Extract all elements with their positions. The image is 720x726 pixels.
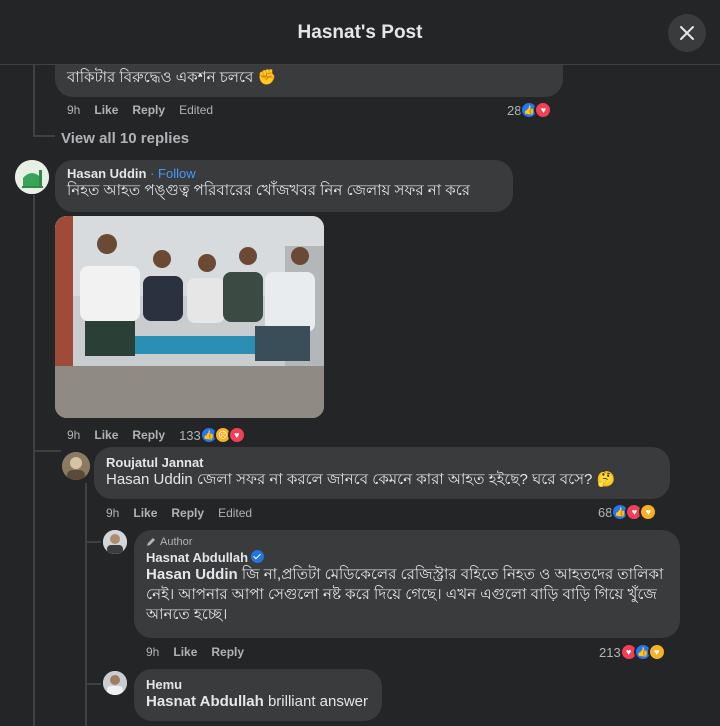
author-badge: Author xyxy=(160,536,193,548)
mention-link[interactable]: Hasan Uddin xyxy=(146,566,238,583)
comment-text: বাকিটার বিরুদ্ধেও একশন চলবে ✊ xyxy=(67,69,277,86)
thread-connector xyxy=(85,683,101,685)
close-button[interactable] xyxy=(668,14,706,52)
reaction-count: 213 xyxy=(599,644,621,660)
love-reaction-icon: ♥ xyxy=(534,101,553,119)
mosque-avatar-icon xyxy=(15,160,49,194)
comment-bubble: Hasan Uddin · Follow নিহত আহত পঙ্গুত্ব প… xyxy=(55,160,513,212)
comment-actions: 9h Like Reply Edited xyxy=(67,103,213,117)
view-all-replies-link[interactable]: View all 10 replies xyxy=(61,130,189,147)
reaction-summary[interactable]: 68 👍 ♥ ♥ xyxy=(598,503,658,521)
reply-time: 9h xyxy=(106,506,120,520)
like-button[interactable]: Like xyxy=(133,506,157,520)
author-avatar-icon xyxy=(103,530,127,554)
close-icon xyxy=(680,26,694,40)
reply-bubble: Roujatul Jannat Hasan Uddin জেলা সফর না … xyxy=(94,447,670,499)
avatar[interactable] xyxy=(15,160,49,194)
commenter-name[interactable]: Hasan Uddin xyxy=(67,166,146,181)
reply-actions: 9h Like Reply xyxy=(146,645,244,659)
reply-button[interactable]: Reply xyxy=(211,645,244,659)
comments-feed[interactable]: বাকিটার বিরুদ্ধেও একশন চলবে ✊ 9h Like Re… xyxy=(0,65,720,726)
like-button[interactable]: Like xyxy=(173,645,197,659)
comment-actions: 9h Like Reply 133 👍 ☹ ♥ xyxy=(67,426,246,444)
like-button[interactable]: Like xyxy=(94,428,118,442)
comment-text: নিহত আহত পঙ্গুত্ব পরিবারের খোঁজখবর নিন জ… xyxy=(67,182,471,199)
thread-connector xyxy=(85,541,101,543)
commenter-name[interactable]: Hemu xyxy=(146,677,370,692)
thread-connector xyxy=(33,135,55,137)
reaction-summary[interactable]: 133 👍 ☹ ♥ xyxy=(179,426,246,444)
mention-link[interactable]: Hasnat Abdullah xyxy=(146,693,264,710)
group-photo-image xyxy=(55,216,324,418)
reaction-count: 28 xyxy=(507,102,522,118)
thread-connector xyxy=(33,450,61,452)
verified-badge-icon xyxy=(251,550,265,563)
user-avatar-icon xyxy=(62,452,90,480)
post-header: Hasnat's Post xyxy=(0,0,720,65)
edited-label: Edited xyxy=(218,506,253,520)
pencil-icon xyxy=(147,538,155,546)
reaction-summary[interactable]: 213 ♥ 👍 ♥ xyxy=(599,643,666,661)
reply-text: Hasnat Abdullah brilliant answer xyxy=(146,693,369,710)
reply-bubble: Author Hasnat Abdullah Hasan Uddin জি না… xyxy=(134,530,680,638)
reply-button[interactable]: Reply xyxy=(132,103,165,117)
care-reaction-icon: ♥ xyxy=(639,503,658,521)
reply-text: Hasan Uddin জি না,প্রতিটা মেডিকেলের রেজি… xyxy=(146,566,664,623)
reaction-count: 133 xyxy=(179,427,201,443)
comment-photo[interactable] xyxy=(55,216,324,418)
love-reaction-icon: ♥ xyxy=(227,426,246,444)
avatar[interactable] xyxy=(103,671,127,695)
thread-connector xyxy=(85,483,87,726)
reaction-summary[interactable]: 28 👍 ♥ xyxy=(507,101,553,119)
commenter-name[interactable]: Roujatul Jannat xyxy=(106,455,658,470)
care-reaction-icon: ♥ xyxy=(647,643,666,661)
thread-connector xyxy=(33,65,35,137)
thread-connector xyxy=(33,195,35,726)
reply-bubble: Hemu Hasnat Abdullah brilliant answer xyxy=(134,669,382,721)
like-button[interactable]: Like xyxy=(94,103,118,117)
reply-text: Hasan Uddin জেলা সফর না করলে জানবে কেমনে… xyxy=(106,471,616,488)
follow-button[interactable]: · Follow xyxy=(150,166,196,181)
reply-button[interactable]: Reply xyxy=(171,506,204,520)
post-title: Hasnat's Post xyxy=(297,22,423,43)
reaction-count: 68 xyxy=(598,504,613,520)
reply-time: 9h xyxy=(146,645,160,659)
reply-actions: 9h Like Reply Edited xyxy=(106,506,252,520)
comment-time: 9h xyxy=(67,103,81,117)
avatar[interactable] xyxy=(62,452,90,480)
avatar[interactable] xyxy=(103,530,127,554)
user-avatar-icon xyxy=(103,671,127,695)
reply-button[interactable]: Reply xyxy=(132,428,165,442)
edited-label: Edited xyxy=(179,103,214,117)
comment-bubble: বাকিটার বিরুদ্ধেও একশন চলবে ✊ xyxy=(55,65,563,97)
comment-time: 9h xyxy=(67,428,81,442)
commenter-name[interactable]: Hasnat Abdullah xyxy=(146,550,248,565)
